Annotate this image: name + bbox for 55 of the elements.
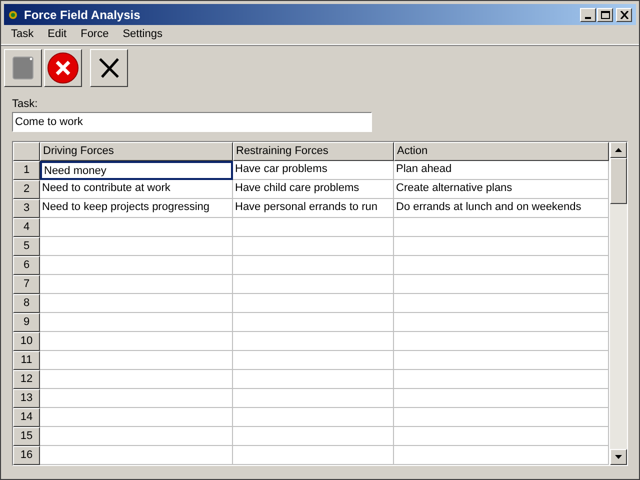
- x-mark-icon: [98, 57, 120, 79]
- corner-cell: [13, 142, 40, 161]
- scroll-thumb[interactable]: [610, 158, 627, 204]
- table-cell: Have child care problems: [233, 180, 394, 199]
- scroll-down-button[interactable]: [610, 449, 627, 465]
- up-arrow-icon: [615, 148, 622, 152]
- row-number: 12: [13, 370, 40, 389]
- table-cell: Have car problems: [233, 161, 394, 180]
- table-cell: Plan ahead: [394, 161, 609, 180]
- row-number: 5: [13, 237, 40, 256]
- table-cell: Have personal errands to run: [233, 199, 394, 218]
- row-number: 2: [13, 180, 40, 199]
- column-header[interactable]: Driving Forces: [40, 142, 233, 161]
- menu-item[interactable]: Task: [4, 26, 41, 43]
- menu-item[interactable]: Edit: [40, 26, 74, 43]
- maximize-button[interactable]: [597, 8, 613, 22]
- row-number: 1: [13, 161, 40, 180]
- row-number: 11: [13, 351, 40, 370]
- row-number: 7: [13, 275, 40, 294]
- row-number: 13: [13, 389, 40, 408]
- task-label: Task:: [12, 97, 39, 111]
- row-number: 6: [13, 256, 40, 275]
- row-number: 4: [13, 218, 40, 237]
- menu-item[interactable]: Settings: [116, 26, 170, 43]
- task-field[interactable]: Come to work: [12, 112, 372, 132]
- scrollbar[interactable]: [610, 142, 627, 465]
- table-cell: Create alternative plans: [394, 180, 609, 199]
- stop-button[interactable]: [4, 49, 42, 87]
- row-number: 14: [13, 408, 40, 427]
- delete-button[interactable]: [90, 49, 128, 87]
- square-icon: [12, 56, 34, 80]
- minimize-button[interactable]: [580, 8, 596, 22]
- down-arrow-icon: [615, 455, 622, 459]
- app-icon: [8, 10, 18, 20]
- menu-item[interactable]: Force: [74, 26, 116, 43]
- row-number: 16: [13, 446, 40, 465]
- table-cell: Need money: [40, 161, 233, 180]
- row-number: 15: [13, 427, 40, 446]
- scroll-up-button[interactable]: [610, 142, 627, 158]
- row-number: 10: [13, 332, 40, 351]
- minimize-icon: [585, 16, 591, 18]
- cancel-button[interactable]: [44, 49, 82, 87]
- column-header[interactable]: Restraining Forces: [233, 142, 394, 161]
- table-cell: Need to contribute at work: [40, 180, 233, 199]
- column-header[interactable]: Action: [394, 142, 609, 161]
- close-icon: [620, 10, 628, 18]
- table-cell: Need to keep projects progressing: [40, 199, 233, 218]
- window-title: Force Field Analysis: [24, 6, 142, 24]
- row-number: 9: [13, 313, 40, 332]
- row-number: 8: [13, 294, 40, 313]
- row-number: 3: [13, 199, 40, 218]
- table-cell: Do errands at lunch and on weekends: [394, 199, 609, 218]
- error-icon: [47, 52, 79, 84]
- close-button[interactable]: [616, 8, 632, 22]
- maximize-icon: [600, 10, 610, 18]
